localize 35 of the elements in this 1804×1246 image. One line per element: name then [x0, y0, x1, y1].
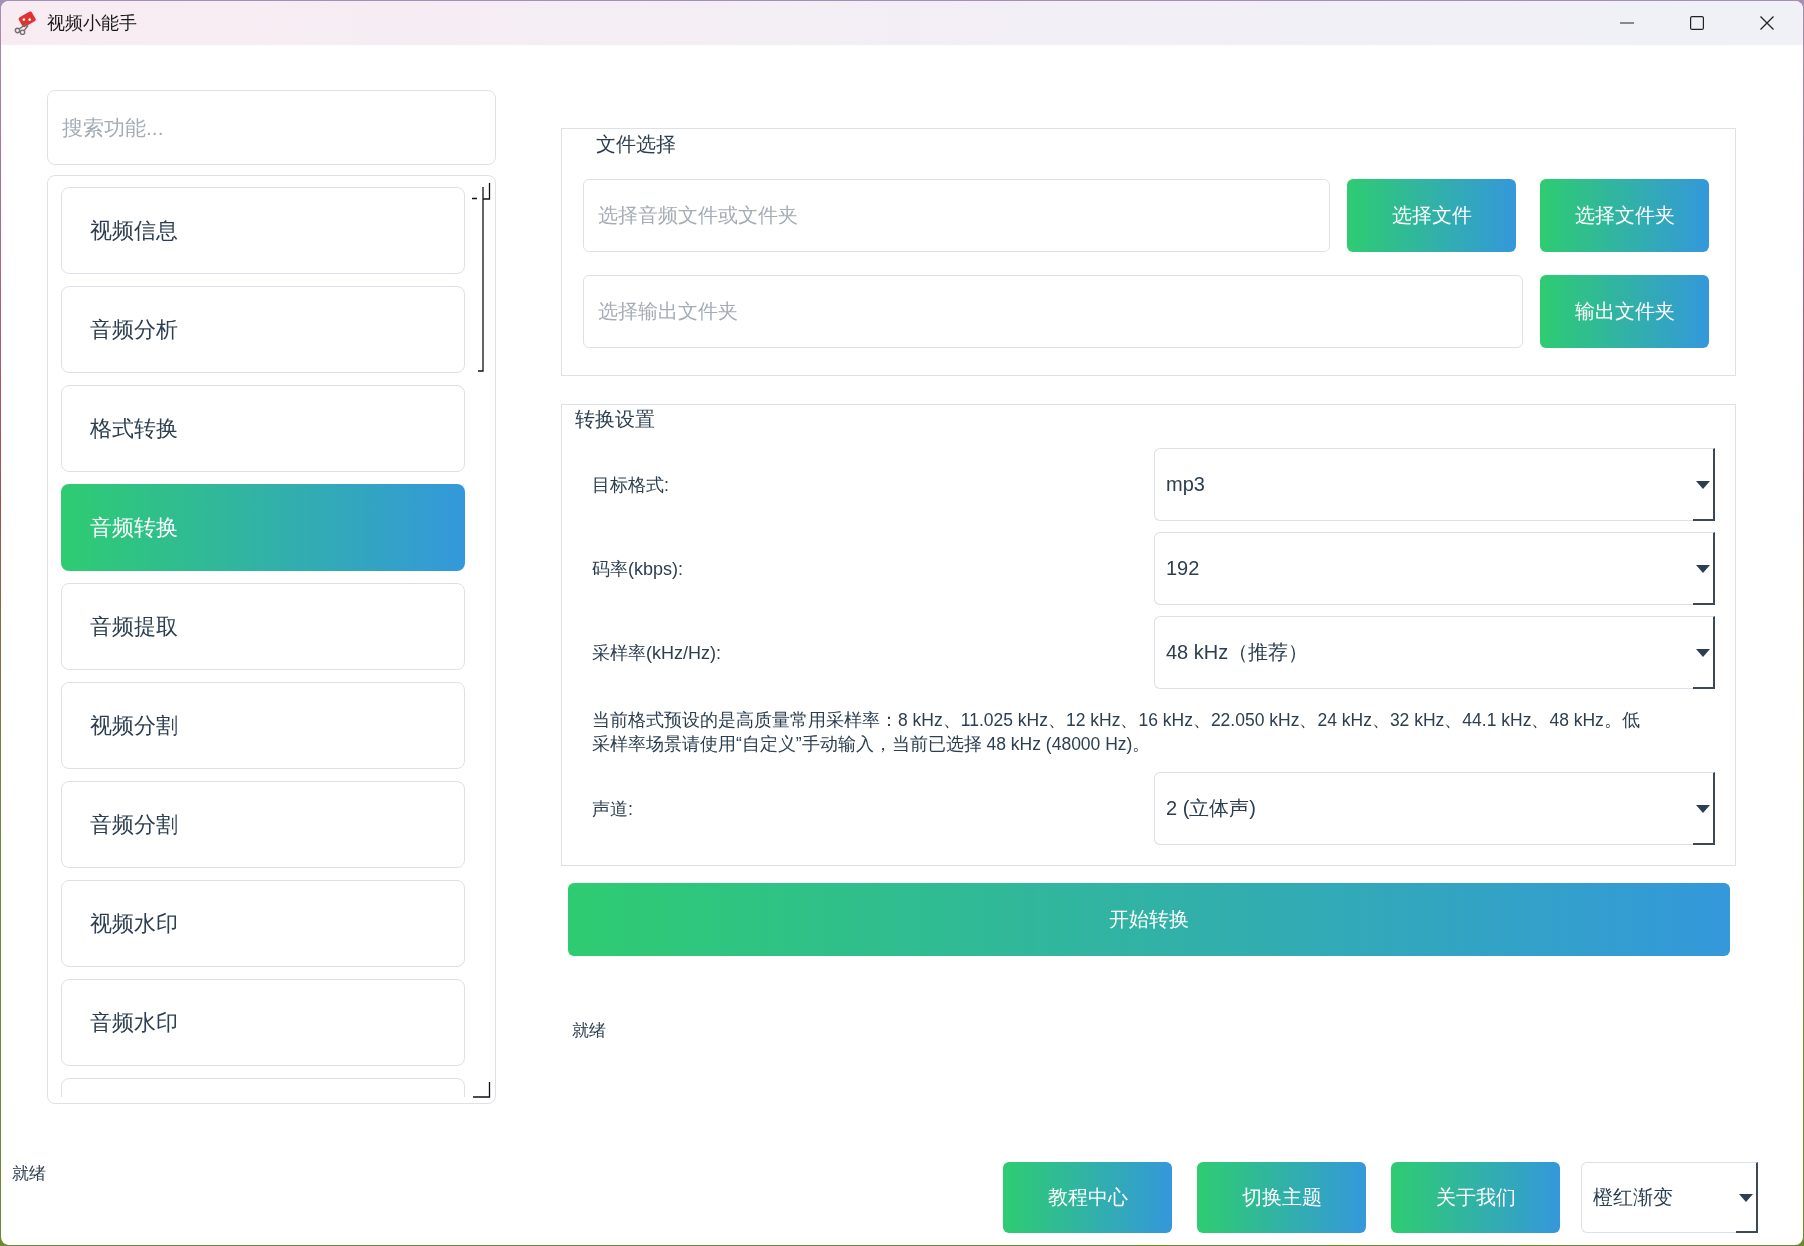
sidebar-item[interactable]: 音频提取: [61, 583, 465, 670]
caret-icon: [1696, 480, 1710, 489]
dropdown[interactable]: mp3: [1154, 448, 1715, 521]
path-field[interactable]: 选择输出文件夹: [583, 275, 1523, 348]
status-text: 就绪: [12, 1163, 46, 1185]
hint-text: 当前格式预设的是高质量常用采样率：8 kHz、11.025 kHz、12 kHz、16 kHz、22.050 kHz、24 kHz、32 kHz、44.1 kHz、48 kHz。低采样率场景请使用“自定义”手动输入，当前已选择 48 kHz (48000 Hz)。: [592, 709, 1641, 756]
sidebar-item[interactable]: 格式转换: [61, 385, 465, 472]
field-label: 声道:: [592, 797, 633, 821]
sidebar-item[interactable]: 音频分割: [61, 781, 465, 868]
app-icon: [14, 11, 38, 35]
group-title: 文件选择: [596, 132, 676, 157]
dropdown[interactable]: 48 kHz（推荐）: [1154, 616, 1715, 689]
group-title: 转换设置: [575, 407, 655, 432]
path-field[interactable]: 选择音频文件或文件夹: [583, 179, 1330, 252]
status-text: 就绪: [572, 1020, 606, 1042]
sidebar-item[interactable]: 视频分割: [61, 682, 465, 769]
sidebar-item[interactable]: 音频分析: [61, 286, 465, 373]
scrollbar[interactable]: [472, 183, 491, 1098]
sidebar-item[interactable]: 音频水印: [61, 979, 465, 1066]
maximize-icon[interactable]: [1690, 16, 1704, 30]
dropdown[interactable]: 192: [1154, 532, 1715, 605]
theme-dropdown[interactable]: 橙红渐变: [1581, 1162, 1758, 1233]
close-icon[interactable]: [1760, 16, 1774, 30]
field-label: 目标格式:: [592, 473, 669, 497]
sidebar-item[interactable]: 视频水印: [61, 880, 465, 967]
search-field[interactable]: 搜索功能...: [47, 90, 496, 165]
field-label: 码率(kbps):: [592, 557, 683, 581]
caret-icon: [1696, 804, 1710, 813]
sidebar-item[interactable]: 视频信息: [61, 187, 465, 274]
caret-icon: [1696, 564, 1710, 573]
field-label: 采样率(kHz/Hz):: [592, 641, 721, 665]
dropdown[interactable]: 2 (立体声): [1154, 772, 1715, 845]
caret-icon: [1696, 648, 1710, 657]
caret-icon: [1739, 1193, 1753, 1202]
window-title: 视频小能手: [47, 12, 137, 35]
